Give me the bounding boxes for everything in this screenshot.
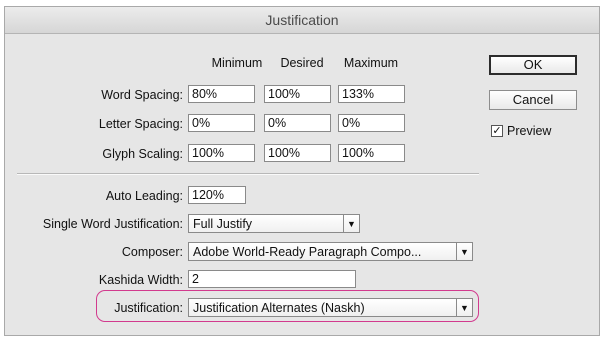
- kashida-width-label: Kashida Width:: [98, 273, 183, 287]
- glyph-scaling-maximum-input[interactable]: 100%: [338, 144, 405, 162]
- window-title: Justification: [265, 12, 339, 28]
- checkmark-icon: ✓: [492, 125, 502, 137]
- cancel-button[interactable]: Cancel: [489, 90, 577, 110]
- title-bar[interactable]: Justification: [5, 7, 599, 34]
- glyph-scaling-minimum-input[interactable]: 100%: [188, 144, 255, 162]
- composer-dropdown[interactable]: Adobe World-Ready Paragraph Compo... ▼: [188, 242, 473, 261]
- letter-spacing-label: Letter Spacing:: [98, 117, 183, 131]
- kashida-width-input[interactable]: 2: [188, 270, 356, 288]
- glyph-scaling-desired-input[interactable]: 100%: [264, 144, 331, 162]
- column-header-minimum: Minimum: [211, 56, 263, 70]
- justification-dialog: Justification Minimum Desired Maximum Wo…: [4, 6, 600, 336]
- letter-spacing-minimum-input[interactable]: 0%: [188, 114, 255, 132]
- justification-value: Justification Alternates (Naskh): [193, 301, 365, 315]
- single-word-justification-dropdown[interactable]: Full Justify ▼: [188, 214, 360, 233]
- preview-checkbox[interactable]: ✓: [491, 125, 503, 137]
- preview-label[interactable]: Preview: [507, 124, 551, 138]
- word-spacing-desired-input[interactable]: 100%: [264, 85, 331, 103]
- justification-dropdown[interactable]: Justification Alternates (Naskh) ▼: [188, 298, 473, 317]
- letter-spacing-maximum-input[interactable]: 0%: [338, 114, 405, 132]
- word-spacing-minimum-input[interactable]: 80%: [188, 85, 255, 103]
- chevron-down-icon: ▼: [456, 243, 472, 260]
- auto-leading-label: Auto Leading:: [105, 189, 183, 203]
- section-separator: [17, 173, 479, 175]
- composer-label: Composer:: [121, 245, 183, 259]
- word-spacing-maximum-input[interactable]: 133%: [338, 85, 405, 103]
- justification-label: Justification:: [114, 301, 183, 315]
- auto-leading-input[interactable]: 120%: [188, 186, 246, 204]
- composer-value: Adobe World-Ready Paragraph Compo...: [193, 245, 422, 259]
- ok-button[interactable]: OK: [489, 55, 577, 75]
- glyph-scaling-label: Glyph Scaling:: [102, 147, 183, 161]
- chevron-down-icon: ▼: [456, 299, 472, 316]
- single-word-justification-value: Full Justify: [193, 217, 253, 231]
- column-header-desired: Desired: [280, 56, 324, 70]
- letter-spacing-desired-input[interactable]: 0%: [264, 114, 331, 132]
- single-word-justification-label: Single Word Justification:: [42, 217, 183, 231]
- chevron-down-icon: ▼: [343, 215, 359, 232]
- column-header-maximum: Maximum: [343, 56, 399, 70]
- word-spacing-label: Word Spacing:: [101, 88, 183, 102]
